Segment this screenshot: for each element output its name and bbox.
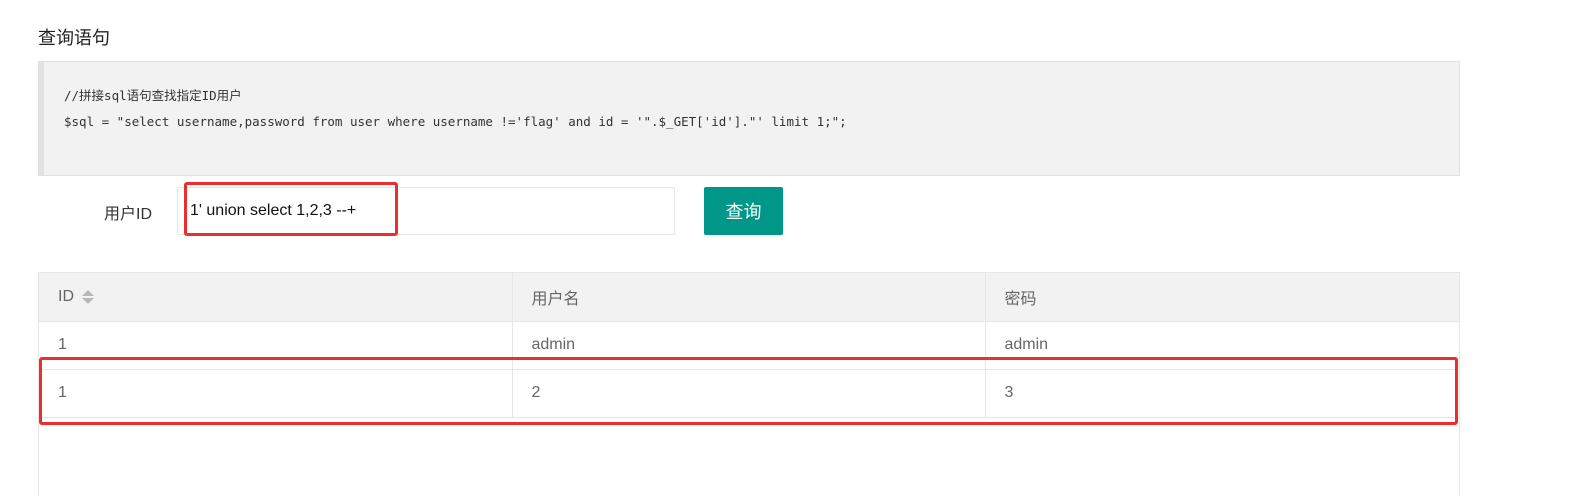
code-block: //拼接sql语句查找指定ID用户 $sql = "select usernam… [38, 61, 1460, 176]
page-title: 查询语句 [38, 28, 110, 48]
column-header-id-label: ID [58, 287, 74, 305]
column-header-password: 密码 [985, 273, 1459, 322]
user-id-label: 用户ID [104, 206, 153, 223]
column-header-id[interactable]: ID [39, 273, 513, 322]
column-header-username: 用户名 [512, 273, 986, 322]
table-header-row: ID 用户名 密码 [39, 273, 1459, 322]
row-highlight-box [39, 357, 1458, 425]
code-comment-line: //拼接sql语句查找指定ID用户 [64, 88, 242, 103]
input-highlight-box [184, 182, 398, 236]
code-sql-line: $sql = "select username,password from us… [64, 114, 847, 129]
sort-caret-icon[interactable] [82, 289, 94, 305]
query-button[interactable]: 查询 [704, 187, 783, 235]
